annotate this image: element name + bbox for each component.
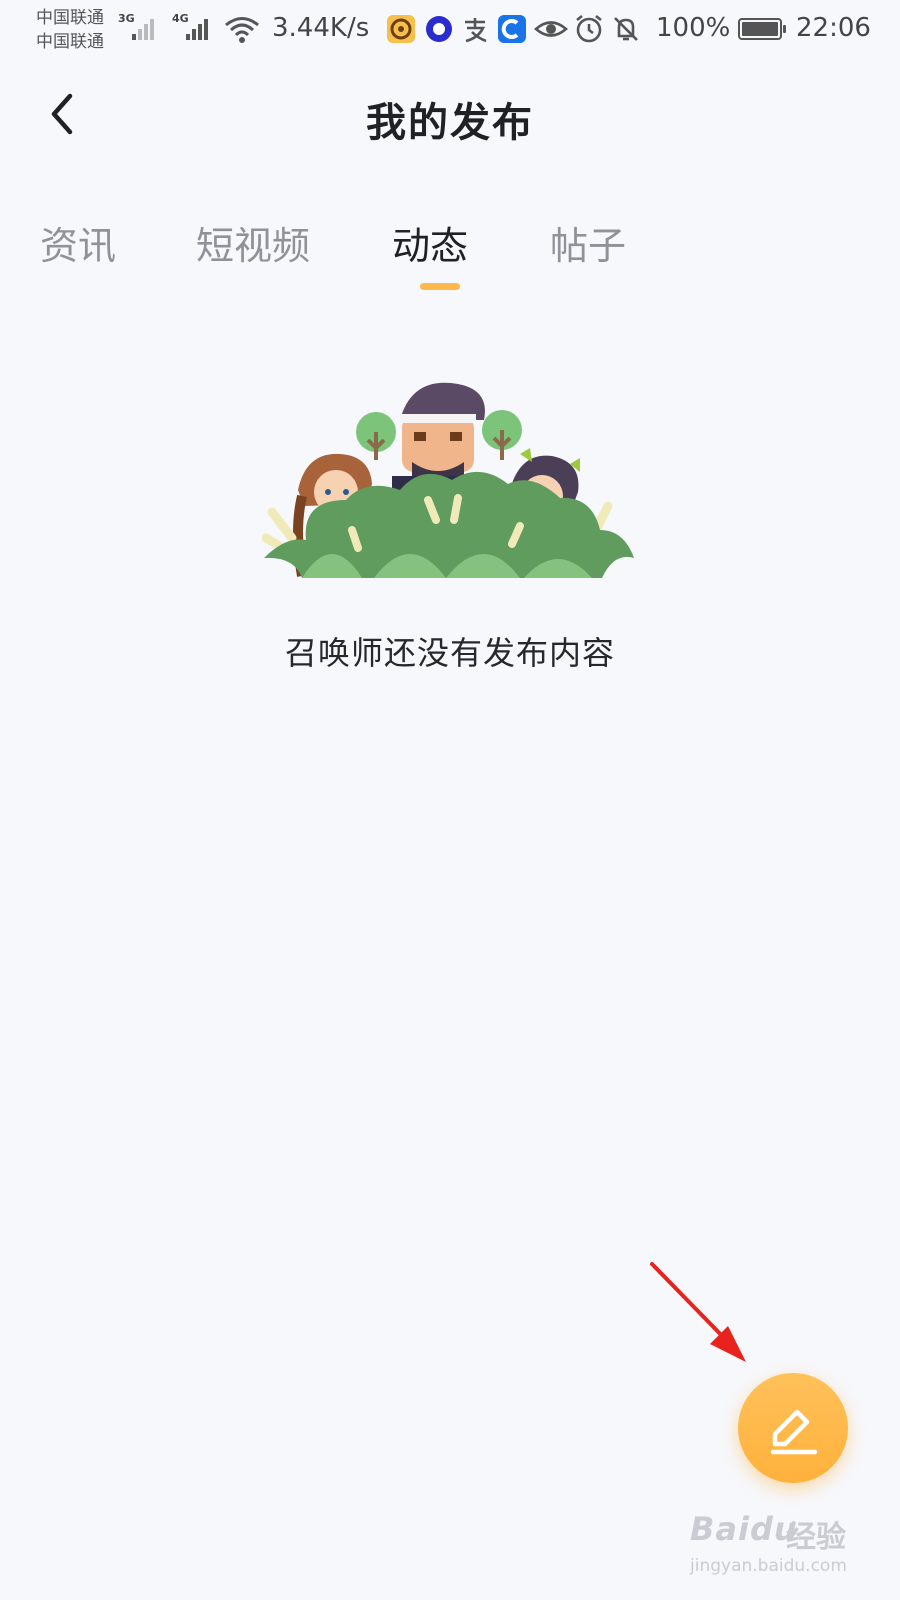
bank-app-icon — [498, 15, 526, 43]
top-app-bar: 我的发布 — [0, 70, 900, 160]
carrier-1: 中国联通 — [36, 8, 104, 28]
browser-app-icon — [426, 16, 452, 42]
watermark-brand: Baidu — [690, 1510, 798, 1548]
tab-bar: 资讯 短视频 动态 帖子 — [0, 215, 900, 295]
watermark-brand-cn: 经验 — [786, 1520, 846, 1555]
game-app-icon — [387, 15, 415, 43]
tab-moments[interactable]: 动态 — [392, 215, 468, 270]
tab-posts[interactable]: 帖子 — [550, 215, 626, 270]
clock: 22:06 — [796, 13, 871, 43]
compose-post-button[interactable] — [738, 1373, 848, 1483]
battery-percent: 100% — [656, 13, 731, 43]
tree-right-icon — [482, 410, 522, 460]
status-bar: 中国联通 中国联通 3G 4G 3.44K/s 100% 22:06 — [0, 0, 900, 62]
wifi-icon — [225, 17, 259, 43]
active-tab-indicator — [420, 283, 460, 290]
empty-state-illustration — [262, 382, 634, 578]
empty-state-message: 召唤师还没有发布内容 — [284, 634, 615, 672]
baidu-watermark: Baidu 经验 jingyan.baidu.com — [690, 1510, 880, 1590]
alipay-icon — [465, 18, 487, 43]
page-title: 我的发布 — [366, 100, 534, 146]
edit-pencil-icon — [770, 1409, 818, 1455]
network-speed: 3.44K/s — [272, 13, 370, 43]
tab-short-video[interactable]: 短视频 — [196, 215, 310, 270]
battery-icon — [738, 18, 786, 40]
annotation-arrow-icon — [650, 1262, 746, 1362]
carrier-2: 中国联通 — [36, 32, 104, 52]
tree-left-icon — [356, 412, 396, 460]
tab-news[interactable]: 资讯 — [40, 215, 116, 270]
alarm-icon — [576, 14, 602, 43]
mute-bell-icon — [614, 17, 638, 41]
eye-icon — [534, 21, 568, 37]
carrier-labels: 中国联通 中国联通 — [36, 6, 104, 54]
watermark-url: jingyan.baidu.com — [690, 1556, 847, 1576]
